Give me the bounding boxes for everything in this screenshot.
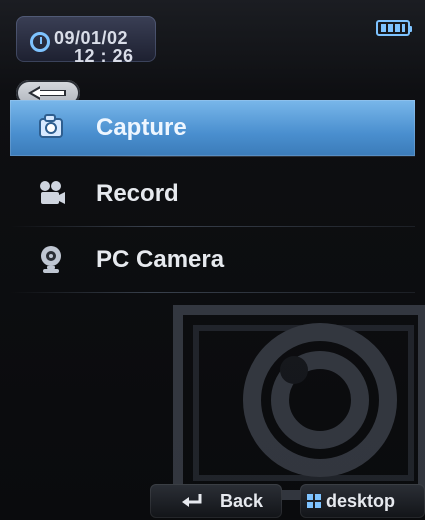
battery-icon (376, 20, 412, 36)
menu-item-record[interactable]: Record (10, 166, 415, 222)
camera-icon (39, 114, 63, 138)
back-label: Back (220, 491, 264, 511)
date-time-box: 09/01/02 12 : 26 (16, 16, 156, 66)
grid-icon (307, 494, 321, 508)
softkey-bar: Back desktop (0, 478, 425, 520)
clock-icon (30, 32, 50, 52)
webcam-icon (41, 246, 61, 273)
divider (10, 226, 415, 227)
screen: 09/01/02 12 : 26 Capture Record PC Camer… (0, 0, 425, 520)
divider (10, 156, 415, 157)
menu-item-pc-camera[interactable]: PC Camera (10, 232, 415, 288)
battery-level (381, 24, 405, 32)
desktop-button[interactable]: desktop (300, 484, 425, 518)
menu-item-label: Capture (96, 114, 187, 141)
video-camera-icon (40, 181, 65, 204)
time-text: 12 : 26 (74, 46, 134, 66)
back-button[interactable]: Back (150, 484, 282, 518)
menu-item-capture[interactable]: Capture (10, 100, 415, 156)
menu-item-label: Record (96, 180, 179, 207)
webcam-graphic (173, 305, 425, 500)
menu-item-label: PC Camera (96, 246, 225, 273)
status-bar: 09/01/02 12 : 26 (8, 8, 420, 66)
return-arrow-icon (182, 494, 202, 507)
divider (10, 292, 415, 293)
desktop-label: desktop (326, 491, 396, 511)
